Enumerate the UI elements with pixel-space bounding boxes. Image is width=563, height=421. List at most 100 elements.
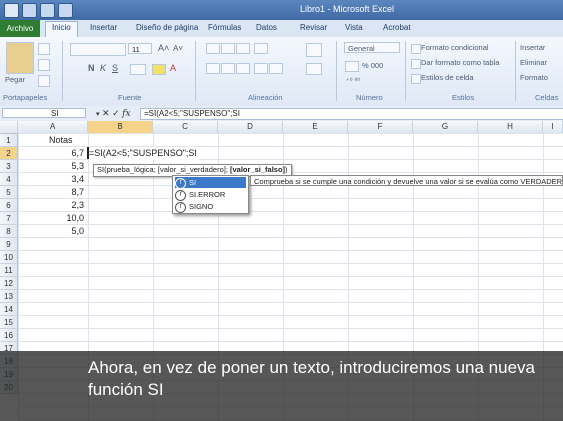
format-cells-button[interactable]: Formato	[520, 73, 548, 82]
group-fuente: Fuente	[118, 93, 142, 102]
align-right-icon[interactable]	[236, 63, 250, 74]
autocomplete-item[interactable]: f SIGNO	[175, 201, 246, 213]
row-header[interactable]: 1	[0, 134, 18, 147]
grow-font-icon[interactable]: A˄	[158, 43, 169, 53]
cancel-icon[interactable]: ✕	[102, 108, 110, 118]
conditional-format-button[interactable]: Formato condicional	[421, 43, 489, 52]
borders-icon[interactable]	[130, 64, 146, 75]
column-header-e[interactable]: E	[283, 121, 348, 133]
chevron-down-icon[interactable]: ▾	[96, 111, 100, 118]
paste-icon[interactable]	[6, 42, 34, 74]
column-header-g[interactable]: G	[413, 121, 478, 133]
percent-style-button[interactable]: % 000	[362, 61, 383, 70]
align-center-icon[interactable]	[221, 63, 235, 74]
row-header[interactable]: 9	[0, 238, 18, 251]
paste-label[interactable]: Pegar	[5, 75, 25, 84]
autocomplete-item[interactable]: f SI	[175, 177, 246, 189]
increase-decimal-button[interactable]: ⁺⁰ ⁰⁰	[346, 77, 360, 85]
row-header[interactable]: 7	[0, 212, 18, 225]
font-size-select[interactable]: 11	[128, 43, 152, 54]
column-header-b[interactable]: B	[88, 121, 153, 133]
tab-acrobat[interactable]: Acrobat	[383, 23, 411, 32]
tab-insertar[interactable]: Insertar	[90, 23, 117, 32]
copy-icon[interactable]	[38, 59, 50, 71]
align-top-icon[interactable]	[206, 43, 220, 54]
cell-a7[interactable]: 10,0	[20, 212, 84, 225]
cell-styles-button[interactable]: Estilos de celda	[421, 73, 474, 82]
insert-function-icon[interactable]: fx	[122, 109, 130, 119]
tab-formulas[interactable]: Fórmulas	[208, 23, 241, 32]
row-header[interactable]: 6	[0, 199, 18, 212]
row-header[interactable]: 14	[0, 303, 18, 316]
align-middle-icon[interactable]	[221, 43, 235, 54]
row-header[interactable]: 15	[0, 316, 18, 329]
row-header[interactable]: 3	[0, 160, 18, 173]
cell-a2[interactable]: 6,7	[20, 147, 84, 160]
caption-text: Ahora, en vez de poner un texto, introdu…	[88, 358, 536, 399]
name-box[interactable]: SI	[2, 108, 86, 118]
ribbon: Pegar Portapapeles 11 A˄ A˅ N K S A Fuen…	[0, 37, 563, 107]
row-header[interactable]: 11	[0, 264, 18, 277]
number-format-select[interactable]: General	[344, 42, 400, 53]
tab-revisar[interactable]: Revisar	[300, 23, 327, 32]
cell-a3[interactable]: 5,3	[20, 160, 84, 173]
row-header[interactable]: 4	[0, 173, 18, 186]
column-header-c[interactable]: C	[153, 121, 218, 133]
currency-icon[interactable]	[345, 61, 359, 72]
video-caption-overlay: Ahora, en vez de poner un texto, introdu…	[0, 351, 563, 421]
row-header[interactable]: 12	[0, 277, 18, 290]
save-icon[interactable]	[22, 3, 37, 18]
italic-button[interactable]: K	[100, 63, 106, 73]
undo-icon[interactable]	[40, 3, 55, 18]
font-color-icon[interactable]: A	[170, 63, 176, 73]
format-painter-icon[interactable]	[38, 75, 50, 87]
autocomplete-item-label: SIGNO	[189, 202, 214, 211]
column-header-a[interactable]: A	[18, 121, 88, 133]
enter-check-icon[interactable]: ✓	[112, 108, 120, 118]
select-all-button[interactable]	[0, 121, 18, 133]
tab-inicio[interactable]: Inicio	[45, 21, 78, 38]
row-header[interactable]: 8	[0, 225, 18, 238]
underline-button[interactable]: S	[112, 63, 118, 73]
tooltip-current-argument[interactable]: [valor_si_falso]	[230, 165, 285, 174]
tab-vista[interactable]: Vista	[345, 23, 363, 32]
tab-datos[interactable]: Datos	[256, 23, 277, 32]
shrink-font-icon[interactable]: A˅	[173, 44, 183, 53]
column-header-i[interactable]: I	[543, 121, 563, 133]
cell-a5[interactable]: 8,7	[20, 186, 84, 199]
row-header[interactable]: 16	[0, 329, 18, 342]
cut-icon[interactable]	[38, 43, 50, 55]
orientation-icon[interactable]	[254, 43, 268, 54]
tab-diseno-pagina[interactable]: Diseño de página	[136, 23, 198, 32]
tooltip-text[interactable]: SI(prueba_lógica; [valor_si_verdadero];	[97, 165, 230, 174]
merge-center-icon[interactable]	[306, 63, 322, 75]
format-as-table-button[interactable]: Dar formato como tabla	[421, 58, 499, 67]
formula-input[interactable]: =SI(A2<5;"SUSPENSO";SI	[140, 108, 563, 120]
fill-color-icon[interactable]	[152, 64, 166, 75]
column-header-d[interactable]: D	[218, 121, 283, 133]
redo-icon[interactable]	[58, 3, 73, 18]
increase-indent-icon[interactable]	[269, 63, 283, 74]
divider	[515, 41, 516, 101]
align-left-icon[interactable]	[206, 63, 220, 74]
decrease-indent-icon[interactable]	[254, 63, 268, 74]
cell-a8[interactable]: 5,0	[20, 225, 84, 238]
row-header[interactable]: 13	[0, 290, 18, 303]
font-name-select[interactable]	[70, 43, 126, 56]
align-bottom-icon[interactable]	[236, 43, 250, 54]
bold-button[interactable]: N	[88, 63, 95, 73]
tab-archivo[interactable]: Archivo	[0, 20, 40, 37]
delete-cells-button[interactable]: Eliminar	[520, 58, 547, 67]
cell-a4[interactable]: 3,4	[20, 173, 84, 186]
insert-cells-button[interactable]: Insertar	[520, 43, 545, 52]
row-header[interactable]: 5	[0, 186, 18, 199]
cell-b2-editor[interactable]: =SI(A2<5;"SUSPENSO";SI	[89, 147, 199, 160]
column-header-h[interactable]: H	[478, 121, 543, 133]
autocomplete-item[interactable]: f SI.ERROR	[175, 189, 246, 201]
row-header[interactable]: 2	[0, 147, 18, 160]
wrap-text-icon[interactable]	[306, 43, 322, 57]
cell-a1[interactable]: Notas	[49, 134, 73, 147]
cell-a6[interactable]: 2,3	[20, 199, 84, 212]
row-header[interactable]: 10	[0, 251, 18, 264]
column-header-f[interactable]: F	[348, 121, 413, 133]
